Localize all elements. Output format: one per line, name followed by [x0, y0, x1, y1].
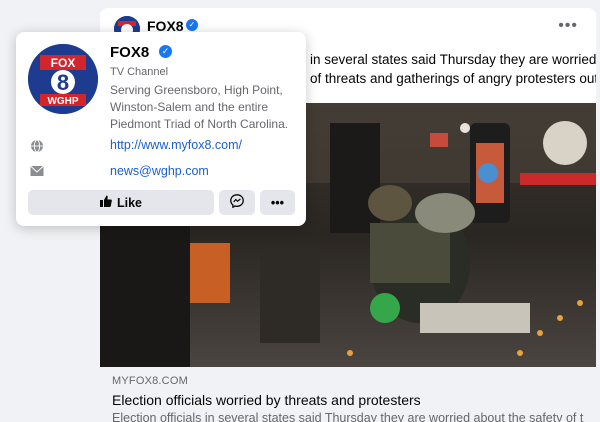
- verified-check-icon: ✓: [186, 19, 198, 31]
- messenger-icon: [230, 194, 244, 211]
- card-category: TV Channel: [110, 66, 169, 78]
- more-dots-icon[interactable]: •••: [558, 17, 578, 35]
- link-title[interactable]: Election officials worried by threats an…: [112, 392, 584, 408]
- like-page-button[interactable]: Like: [28, 190, 214, 215]
- card-page-name[interactable]: FOX8: [110, 44, 149, 61]
- website-link[interactable]: http://www.myfox8.com/: [110, 138, 242, 152]
- card-description: Serving Greensboro, High Point, Winston-…: [110, 83, 289, 131]
- more-dots-icon: •••: [270, 195, 285, 210]
- link-description: Election officials in several states sai…: [112, 411, 584, 422]
- thumbs-up-icon: [99, 195, 112, 210]
- verified-check-icon: ✓: [159, 45, 172, 58]
- link-domain: MYFOX8.COM: [112, 375, 188, 387]
- more-options-button[interactable]: •••: [260, 190, 295, 215]
- post-text-line: in several states said Thursday they are…: [310, 52, 596, 67]
- logo-number-text: 8: [57, 70, 69, 95]
- like-label: Like: [116, 195, 142, 210]
- envelope-icon: [30, 165, 44, 179]
- globe-icon: [30, 139, 44, 153]
- page-logo[interactable]: FOX 8 WGHP: [28, 44, 98, 114]
- messenger-button[interactable]: [219, 190, 255, 215]
- post-text-line: of threats and gatherings of angry prote…: [310, 71, 596, 86]
- logo-wghp-text: WGHP: [47, 96, 78, 107]
- page-hover-card: FOX 8 WGHP FOX8 ✓ TV Channel Serving Gre…: [16, 32, 306, 226]
- email-link[interactable]: news@wghp.com: [110, 164, 209, 178]
- link-preview[interactable]: MYFOX8.COM Election officials worried by…: [100, 367, 596, 422]
- logo-fox-text: FOX: [51, 56, 76, 70]
